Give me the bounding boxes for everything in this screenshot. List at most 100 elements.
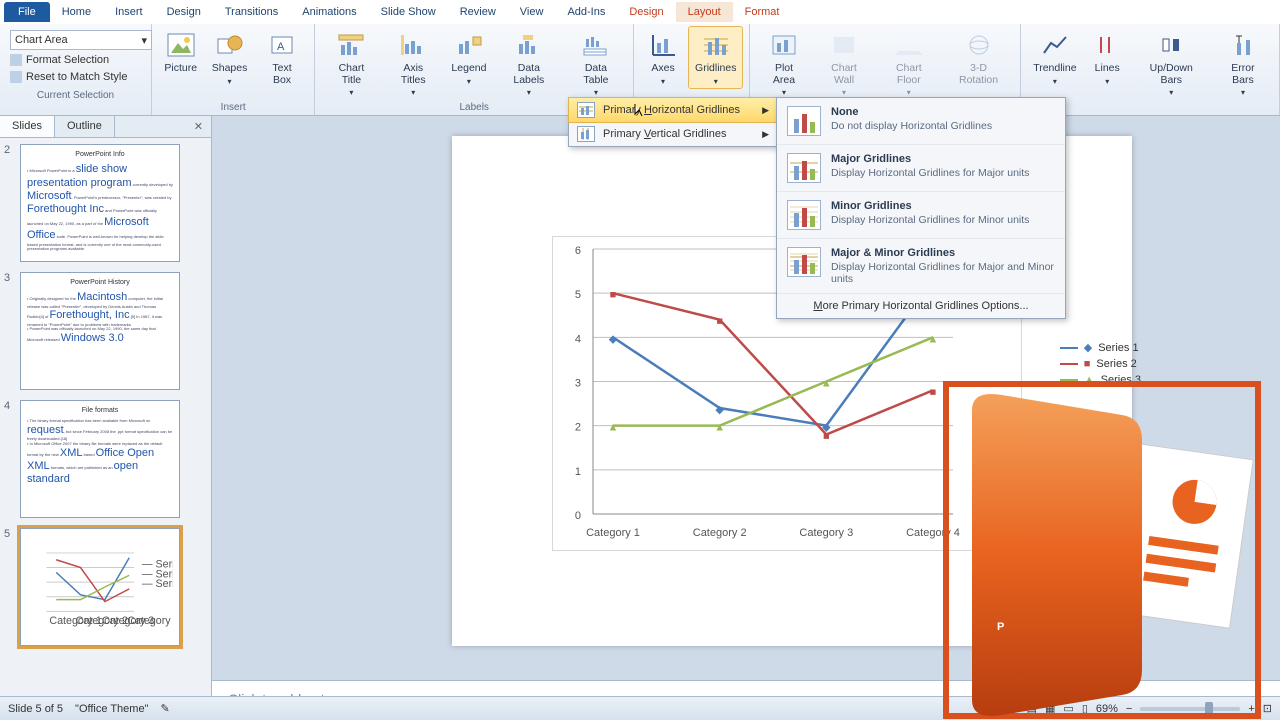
option-desc: Display Horizontal Gridlines for Minor u… [831,214,1029,226]
slide-thumbnail[interactable]: File formats• The binary format specific… [20,400,180,518]
shapes-button[interactable]: Shapes▾ [205,26,253,89]
horizontal-gridlines-submenu: NoneDo not display Horizontal Gridlines … [776,97,1066,319]
option-title: Major & Minor Gridlines [831,247,1055,259]
svg-text:Category 1: Category 1 [586,527,640,539]
reset-style-label: Reset to Match Style [26,71,128,83]
plot-area-icon [768,29,800,61]
svg-text:■: ■ [716,316,723,328]
tab-file[interactable]: File [4,2,50,22]
chart-floor-button: Chart Floor▾ [876,26,941,100]
slide-thumbnail[interactable]: PowerPoint Info• Microsoft PowerPoint is… [20,144,180,262]
slide-thumbnail-selected[interactable]: — Series 1— Series 2— Series 3Category 1… [20,528,180,646]
data-labels-button[interactable]: Data Labels▾ [495,26,563,100]
reset-style-button[interactable]: Reset to Match Style [10,70,152,84]
close-pane-button[interactable]: ✕ [186,116,211,137]
chart-title-button[interactable]: Chart Title▾ [321,26,381,100]
legend-item: Series 2 [1096,358,1136,370]
axes-button[interactable]: Axes▾ [640,26,686,89]
tab-home[interactable]: Home [50,2,103,22]
trendline-icon [1039,29,1071,61]
textbox-icon: A [266,29,298,61]
legend-icon [453,29,485,61]
legend-item: Series 1 [1098,342,1138,354]
svg-text:◆: ◆ [715,404,724,416]
tab-view[interactable]: View [508,2,556,22]
outline-tab[interactable]: Outline [55,116,115,137]
tab-insert[interactable]: Insert [103,2,155,22]
chevron-right-icon: ▶ [762,105,769,116]
svg-text:P: P [997,621,1004,633]
menu-item-vertical-gridlines[interactable]: Primary Vertical Gridlines ▶ [569,122,777,146]
data-table-button[interactable]: Data Table▾ [565,26,627,100]
slide-thumbnail[interactable]: PowerPoint History• Originally designed … [20,272,180,390]
chart-wall-button: Chart Wall▾ [814,26,875,100]
tab-transitions[interactable]: Transitions [213,2,290,22]
thumb-title: PowerPoint History [27,279,173,287]
option-none[interactable]: NoneDo not display Horizontal Gridlines [777,98,1065,145]
svg-text:◆: ◆ [609,333,618,345]
shapes-label: Shapes [212,63,248,75]
menu-label: Primary Horizontal Gridlines [603,104,740,116]
data-table-label: Data Table [572,63,620,86]
trendline-button[interactable]: Trendline▾ [1027,26,1083,89]
tab-review[interactable]: Review [448,2,508,22]
updown-bars-button[interactable]: Up/Down Bars▾ [1132,26,1211,100]
axes-icon [647,29,679,61]
axis-titles-button[interactable]: Axis Titles▾ [384,26,444,100]
chart-title-icon [335,29,367,61]
tab-addins[interactable]: Add-Ins [555,2,617,22]
svg-text:A: A [277,41,285,53]
data-table-icon [580,29,612,61]
option-minor[interactable]: Minor GridlinesDisplay Horizontal Gridli… [777,192,1065,239]
lines-icon [1091,29,1123,61]
gridlines-button[interactable]: Gridlines▾ [688,26,743,89]
legend-button[interactable]: Legend▾ [445,26,493,89]
tab-chart-layout[interactable]: Layout [676,2,733,22]
error-bars-button[interactable]: Error Bars▾ [1213,26,1273,100]
option-desc: Display Horizontal Gridlines for Major u… [831,167,1029,179]
lines-button[interactable]: Lines▾ [1085,26,1130,89]
option-major-minor[interactable]: Major & Minor GridlinesDisplay Horizonta… [777,239,1065,294]
chart-wall-icon [828,29,860,61]
svg-text:▲: ▲ [928,333,939,345]
textbox-button[interactable]: AText Box [256,26,309,89]
svg-text:▲: ▲ [608,422,619,434]
thumb-title: File formats [27,407,173,415]
thumbnail-list: 2PowerPoint Info• Microsoft PowerPoint i… [0,138,211,696]
spellcheck-icon[interactable]: ✎ [160,702,169,715]
3d-rotation-button: 3-D Rotation [943,26,1014,89]
thumb-title: PowerPoint Info [27,151,173,159]
updown-bars-label: Up/Down Bars [1139,63,1204,86]
gridlines-v-icon [577,126,595,142]
chart-floor-icon [893,29,925,61]
slides-tab[interactable]: Slides [0,116,55,137]
menu-item-horizontal-gridlines[interactable]: Primary Horizontal Gridlines ▶ [568,97,778,123]
svg-text:▲: ▲ [714,422,725,434]
more-options-label: More Primary Horizontal Gridlines Option… [813,300,1028,312]
option-more[interactable]: More Primary Horizontal Gridlines Option… [777,294,1065,318]
format-selection-button[interactable]: Format Selection [10,53,152,67]
svg-text:▲: ▲ [821,378,832,390]
tab-chart-format[interactable]: Format [733,2,792,22]
tab-chart-design[interactable]: Design [617,2,675,22]
group-label: Insert [158,100,308,115]
gridlines-icon [700,29,732,61]
updown-bars-icon [1155,29,1187,61]
chevron-right-icon: ▶ [762,129,769,140]
none-icon [787,106,821,136]
chart-element-combo[interactable]: Chart Area▾ [10,30,152,50]
plot-area-button[interactable]: Plot Area▾ [756,26,811,100]
svg-text:■: ■ [610,289,617,301]
fit-window-button[interactable]: ⊡ [1263,702,1272,715]
axes-label: Axes [651,63,674,75]
picture-button[interactable]: Picture [158,26,203,78]
option-title: Major Gridlines [831,153,1029,165]
tab-slideshow[interactable]: Slide Show [369,2,448,22]
tab-animations[interactable]: Animations [290,2,368,22]
error-bars-icon [1227,29,1259,61]
legend-label: Legend [451,63,486,75]
svg-text:3: 3 [575,378,581,390]
option-major[interactable]: Major Gridlines Display Horizontal Gridli… [777,145,1065,192]
tab-design[interactable]: Design [155,2,213,22]
slide-number: 3 [4,272,14,390]
